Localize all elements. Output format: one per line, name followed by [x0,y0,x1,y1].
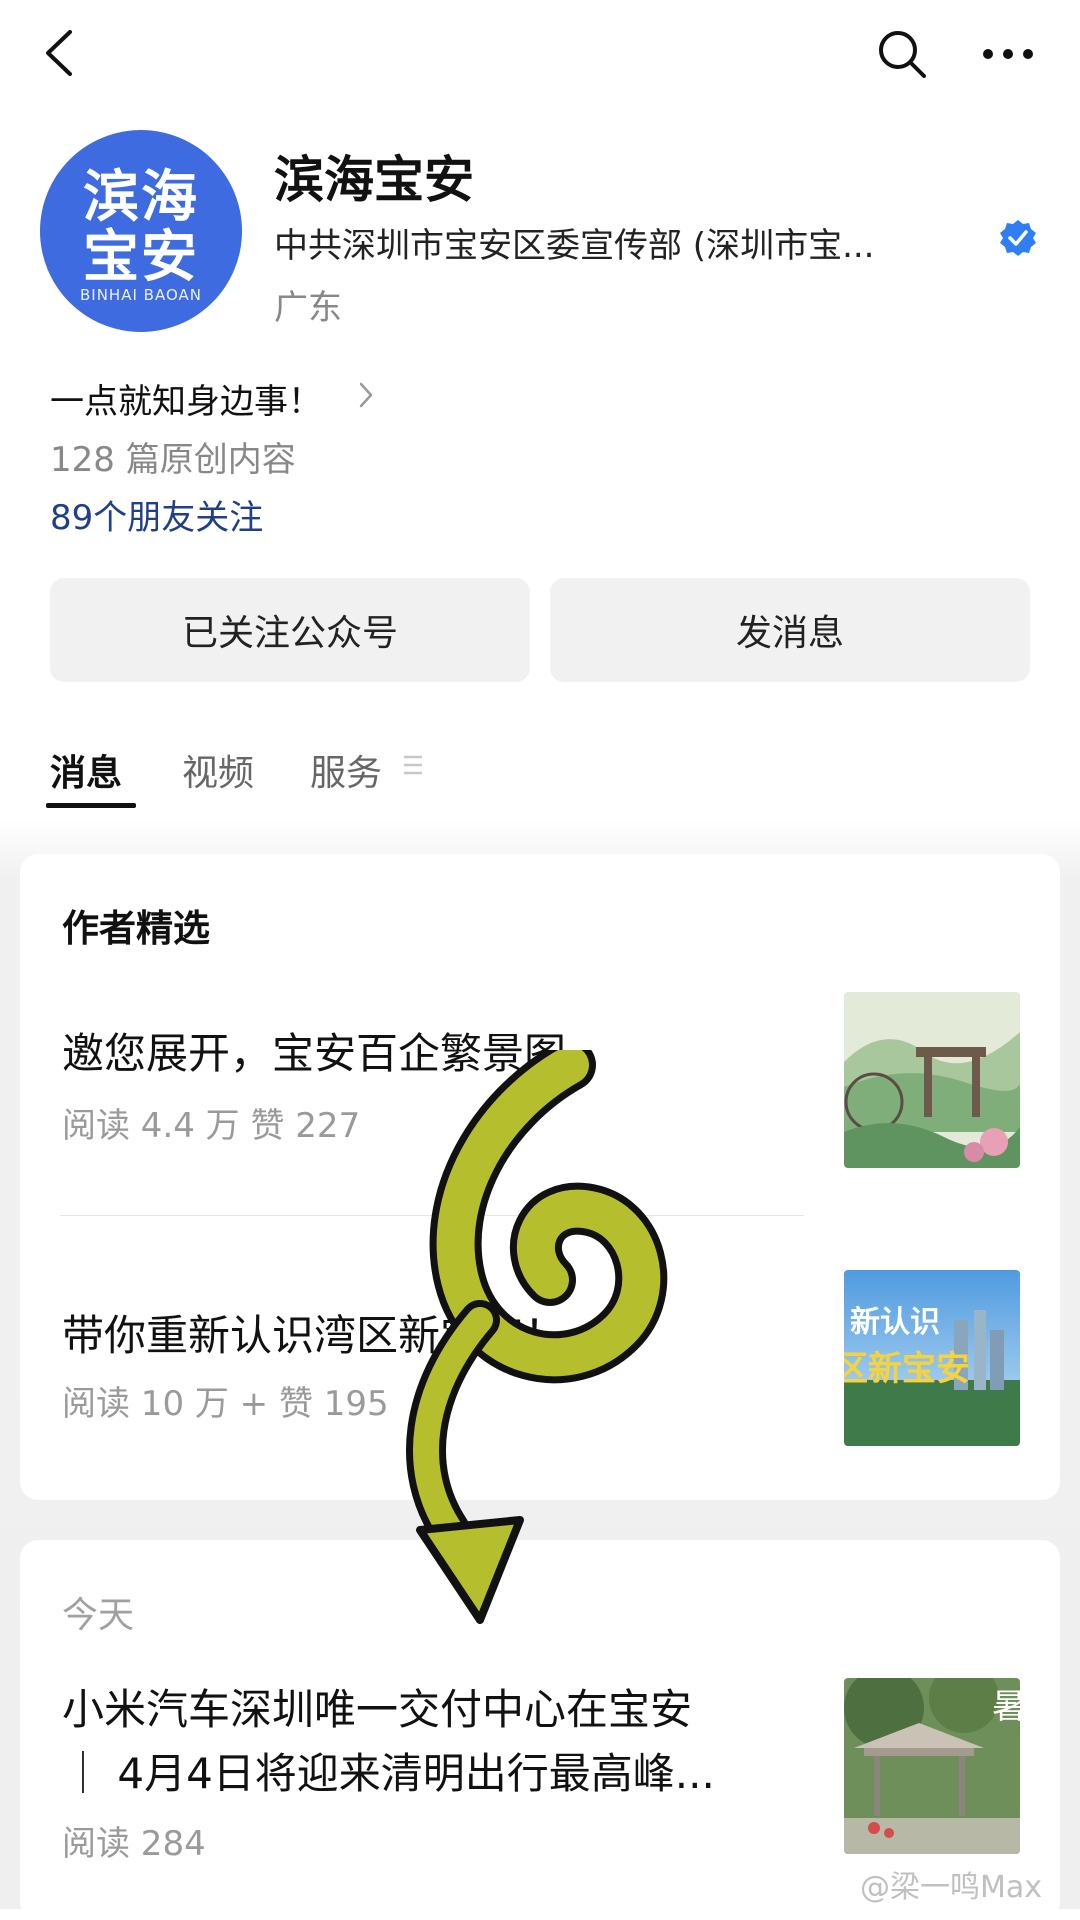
tab-messages[interactable]: 消息 [50,744,122,796]
account-location: 广东 [274,288,342,328]
menu-lines-icon[interactable] [402,754,424,776]
featured-section-title: 作者精选 [62,907,210,950]
article-thumbnail[interactable]: 暑 [844,1678,1020,1854]
avatar-text-line2: 宝安 [83,225,199,290]
chevron-right-icon[interactable] [356,380,376,410]
thumbnail-text: 暑 [992,1687,1020,1727]
verified-badge-icon [1000,220,1036,256]
number-six-arrow-overlay [406,1050,668,1624]
weibo-watermark: @梁一鸣Max [860,1870,1043,1905]
more-dots-icon[interactable] [980,28,1036,80]
thumbnail-text: 新认识 [850,1305,940,1340]
followed-button[interactable]: 已关注公众号 [50,578,530,682]
thumbnail-text: 区新宝安 [844,1349,970,1389]
today-article-title-line1[interactable]: 小米汽车深圳唯一交付中心在宝安 [62,1676,692,1737]
active-tab-underline [46,803,136,808]
search-icon[interactable] [876,28,928,80]
tab-services[interactable]: 服务 [310,744,382,796]
avatar-text-line1: 滨海 [83,165,199,230]
avatar-pinyin: BINHAI BAOAN [80,286,202,304]
today-article-title-line2[interactable]: ｜ 4月4日将迎来清明出行最高峰... [62,1740,715,1801]
original-content-count[interactable]: 128 篇原创内容 [50,432,296,481]
send-message-button[interactable]: 发消息 [550,578,1030,682]
featured-article-meta: 阅读 4.4 万 赞 227 [62,1106,361,1146]
back-chevron-icon[interactable] [40,28,80,78]
today-label: 今天 [62,1595,135,1636]
friends-follow-link[interactable]: 89个朋友关注 [50,490,263,539]
article-thumbnail[interactable] [844,992,1020,1168]
article-thumbnail[interactable]: 新认识 区新宝安 [844,1270,1020,1446]
featured-article-meta: 阅读 10 万 + 赞 195 [62,1384,389,1424]
tab-videos[interactable]: 视频 [182,744,254,796]
account-name: 滨海宝安 [274,151,474,209]
account-avatar[interactable]: 滨海 宝安 BINHAI BAOAN [40,130,242,332]
account-slogan[interactable]: 一点就知身边事！ [50,374,322,423]
account-organization[interactable]: 中共深圳市宝安区委宣传部 (深圳市宝... [274,218,964,267]
today-article-meta: 阅读 284 [62,1824,206,1864]
